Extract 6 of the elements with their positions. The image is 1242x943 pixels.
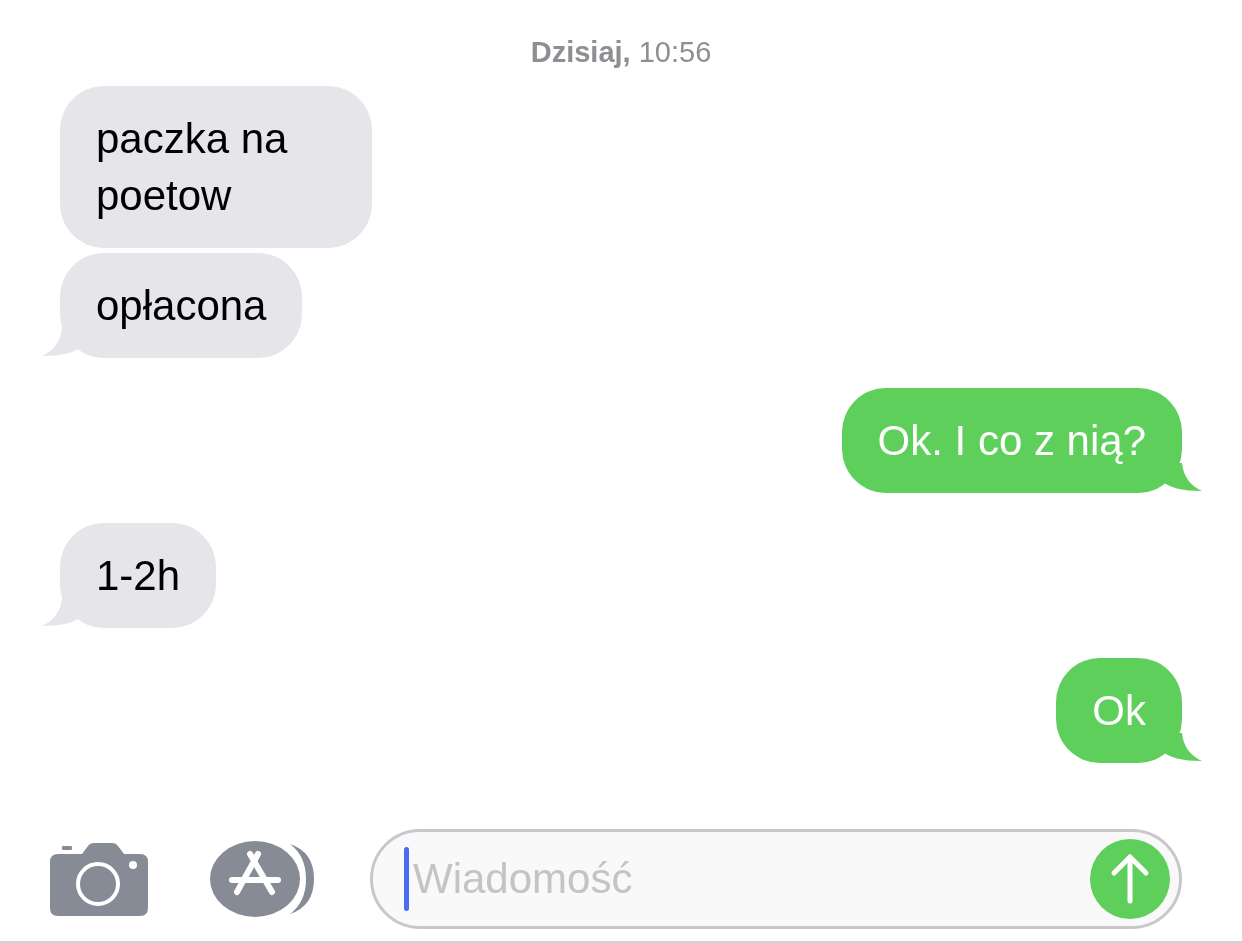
app-store-icon[interactable] [210, 840, 316, 918]
send-icon[interactable] [1090, 839, 1170, 919]
text-cursor [404, 847, 409, 911]
message-bubble: paczka na poetow [60, 86, 372, 248]
camera-icon[interactable] [50, 842, 148, 916]
timestamp: Dzisiaj, 10:56 [530, 36, 712, 69]
